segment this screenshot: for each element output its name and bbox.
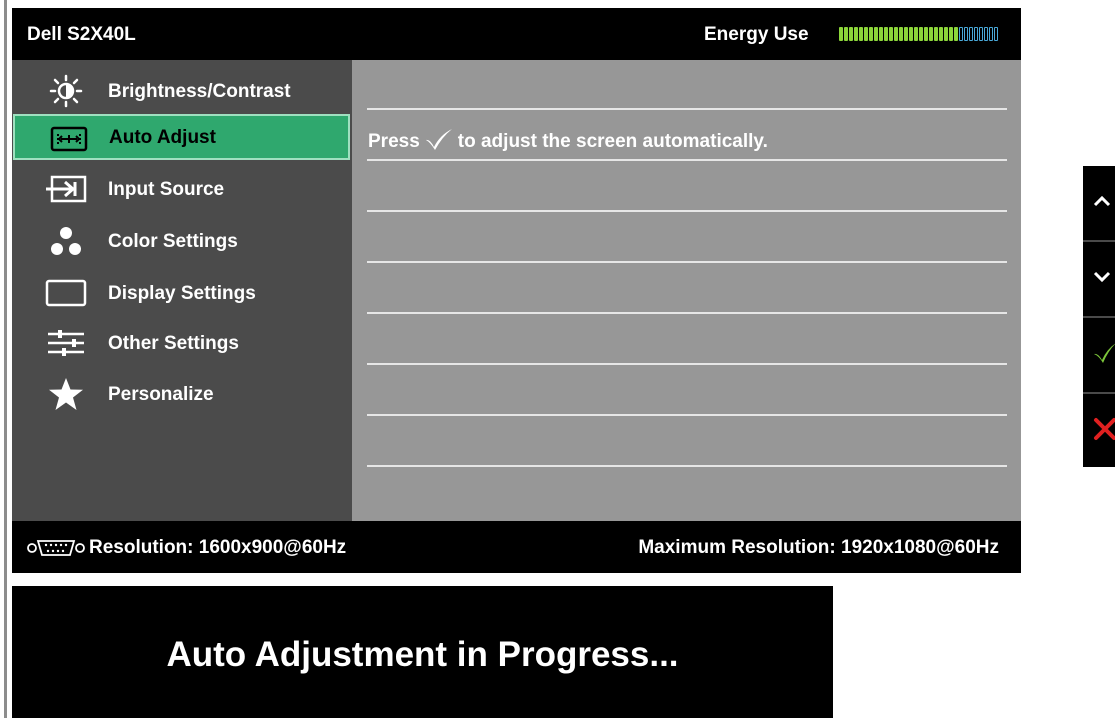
checkmark-icon	[424, 127, 454, 157]
energy-meter-segment	[894, 27, 898, 41]
close-icon	[1093, 417, 1115, 446]
monitor-button-bar	[1083, 166, 1115, 467]
energy-meter-segment	[904, 27, 908, 41]
instruction-text: to adjust the screen automatically.	[457, 131, 768, 152]
energy-meter-segment	[934, 27, 938, 41]
energy-meter-segment	[989, 27, 993, 41]
energy-meter-segment	[944, 27, 948, 41]
brightness-icon	[44, 73, 88, 109]
energy-meter-segment	[984, 27, 988, 41]
energy-meter-segment	[854, 27, 858, 41]
menu-item-label: Brightness/Contrast	[108, 81, 291, 102]
up-arrow-icon	[1093, 194, 1111, 212]
energy-meter-segment	[859, 27, 863, 41]
energy-meter-segment	[954, 27, 958, 41]
energy-meter-segment	[969, 27, 973, 41]
osd-header: Dell S2X40L Energy Use	[12, 8, 1021, 60]
auto-adjust-progress-banner: Auto Adjustment in Progress...	[12, 586, 833, 718]
energy-meter-segment	[929, 27, 933, 41]
energy-meter-segment	[869, 27, 873, 41]
energy-use-label: Energy Use	[704, 24, 809, 45]
other-settings-icon	[44, 325, 88, 361]
checkmark-icon	[1093, 342, 1115, 369]
menu-item-label: Input Source	[108, 179, 225, 200]
energy-meter-segment	[864, 27, 868, 41]
maximum-resolution: Maximum Resolution: 1920x1080@60Hz	[638, 537, 999, 558]
energy-meter-segment	[914, 27, 918, 41]
menu-item-display-settings[interactable]: Display Settings	[12, 270, 352, 316]
down-arrow-icon	[1093, 270, 1111, 288]
input-source-icon	[44, 171, 88, 207]
confirm-button[interactable]	[1083, 318, 1115, 392]
up-button[interactable]	[1083, 166, 1115, 240]
auto-adjust-instruction: Press to adjust the screen automatically…	[368, 127, 768, 157]
menu-item-label: Display Settings	[108, 283, 256, 304]
energy-meter-segment	[919, 27, 923, 41]
energy-meter-segment	[974, 27, 978, 41]
energy-meter-segment	[909, 27, 913, 41]
osd-window: Dell S2X40L Energy Use Brightness/Contra…	[12, 8, 1021, 573]
menu-item-brightness-contrast[interactable]: Brightness/Contrast	[12, 68, 352, 114]
vga-connector-icon	[27, 539, 85, 563]
osd-menu: Brightness/Contrast Auto Adjust Input So…	[12, 60, 352, 521]
menu-item-label: Other Settings	[108, 333, 239, 354]
row-divider	[367, 261, 1007, 263]
page-left-rule	[4, 0, 7, 718]
model-name: Dell S2X40L	[27, 24, 136, 45]
row-divider	[367, 312, 1007, 314]
energy-meter-segment	[924, 27, 928, 41]
osd-content-panel: Press to adjust the screen automatically…	[352, 60, 1021, 521]
energy-meter-segment	[879, 27, 883, 41]
menu-item-input-source[interactable]: Input Source	[12, 166, 352, 212]
row-divider	[367, 363, 1007, 365]
row-divider	[367, 414, 1007, 416]
menu-item-auto-adjust[interactable]: Auto Adjust	[13, 114, 350, 160]
row-divider	[367, 465, 1007, 467]
energy-meter-segment	[959, 27, 963, 41]
star-icon	[44, 376, 88, 412]
energy-meter-segment	[979, 27, 983, 41]
current-resolution: Resolution: 1600x900@60Hz	[89, 537, 347, 558]
energy-meter-segment	[874, 27, 878, 41]
energy-meter-segment	[939, 27, 943, 41]
energy-meter-segment	[884, 27, 888, 41]
display-settings-icon	[44, 275, 88, 311]
energy-meter-segment	[994, 27, 998, 41]
down-button[interactable]	[1083, 242, 1115, 316]
menu-item-label: Personalize	[108, 384, 214, 405]
energy-use-meter	[839, 27, 1002, 41]
row-divider	[367, 108, 1007, 110]
exit-button[interactable]	[1083, 394, 1115, 468]
row-divider	[367, 210, 1007, 212]
energy-meter-segment	[839, 27, 843, 41]
energy-meter-segment	[964, 27, 968, 41]
energy-meter-segment	[849, 27, 853, 41]
menu-item-color-settings[interactable]: Color Settings	[12, 218, 352, 264]
auto-adjust-icon	[47, 121, 91, 157]
menu-item-other-settings[interactable]: Other Settings	[12, 320, 352, 366]
color-settings-icon	[44, 223, 88, 259]
energy-meter-segment	[844, 27, 848, 41]
press-label: Press	[368, 131, 420, 152]
menu-item-label: Color Settings	[108, 231, 238, 252]
energy-meter-segment	[889, 27, 893, 41]
menu-item-label: Auto Adjust	[109, 127, 216, 148]
menu-item-personalize[interactable]: Personalize	[12, 371, 352, 417]
osd-footer: Resolution: 1600x900@60Hz Maximum Resolu…	[12, 521, 1021, 573]
energy-meter-segment	[899, 27, 903, 41]
progress-message: Auto Adjustment in Progress...	[166, 635, 679, 674]
row-divider	[367, 159, 1007, 161]
energy-meter-segment	[949, 27, 953, 41]
